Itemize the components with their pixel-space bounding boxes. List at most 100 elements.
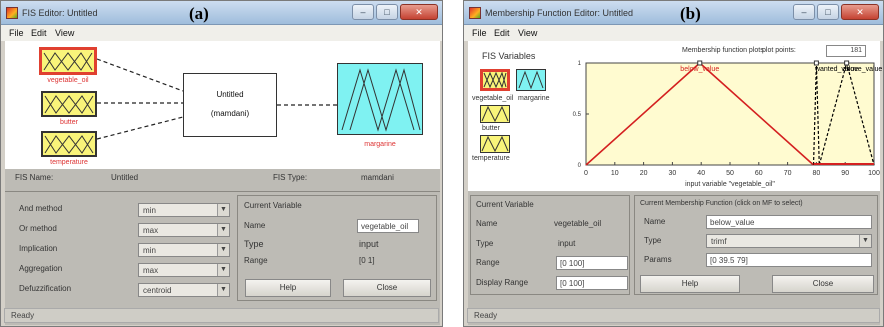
fis-type-label: FIS Type: — [273, 173, 308, 182]
variable-name-label: Name — [244, 221, 266, 230]
close-button[interactable]: Close — [343, 279, 431, 297]
mf-peak-marker — [813, 60, 819, 66]
fis-name-value: Untitled — [111, 173, 139, 182]
help-button[interactable]: Help — [245, 279, 331, 297]
variable-name-label: Name — [476, 219, 498, 228]
and-method-select[interactable]: min ▼ — [138, 203, 230, 217]
input-label-vegetable-oil: vegetable_oil — [47, 77, 89, 84]
x-tick-label: 100 — [868, 170, 880, 177]
mf-thumbnail-icon — [44, 135, 94, 154]
input-block-butter[interactable] — [41, 91, 97, 117]
minimize-button[interactable]: – — [352, 4, 374, 20]
x-tick-label: 0 — [584, 170, 588, 177]
implication-label: Implication — [19, 244, 58, 253]
x-tick-label: 80 — [813, 170, 821, 177]
variable-name-value: vegetable_oil — [554, 219, 602, 228]
and-method-label: And method — [19, 204, 63, 213]
mf-thumbnail-icon — [341, 68, 421, 132]
implication-select[interactable]: min ▼ — [138, 243, 230, 257]
input-block-temperature[interactable] — [41, 131, 97, 157]
fis-editor-window: FIS Editor: Untitled (a) – □ ✕ File Edit… — [0, 0, 443, 327]
input-block-vegetable-oil[interactable] — [39, 47, 97, 75]
fis-system-block[interactable]: Untitled (mamdani) — [183, 73, 277, 137]
chevron-down-icon: ▼ — [859, 235, 871, 247]
mf-name-label: Name — [644, 217, 666, 226]
y-tick-label: 1 — [578, 61, 582, 67]
mf-params-label: Params — [644, 255, 672, 264]
current-variable-header: Current Variable — [244, 201, 302, 210]
x-tick-label: 10 — [611, 170, 619, 177]
y-tick-label: 0 — [578, 163, 582, 169]
output-label: margarine — [364, 141, 396, 148]
variable-type-value: input — [558, 239, 576, 248]
mf-params-field[interactable]: [0 39.5 79] — [706, 253, 872, 267]
x-tick-label: 30 — [669, 170, 677, 177]
mf-label-above-value: above_value — [843, 66, 883, 73]
or-method-label: Or method — [19, 224, 57, 233]
input-label-temperature: temperature — [50, 159, 88, 166]
variable-range-label: Range — [244, 256, 268, 265]
mf-peak-marker — [697, 60, 703, 66]
variable-range-value: [0 1] — [359, 256, 375, 265]
range-field[interactable]: [0 100] — [556, 256, 628, 270]
mf-label-below-value: below_value — [680, 66, 719, 73]
y-tick-label: 0.5 — [573, 112, 582, 118]
mf-name-field[interactable]: below_value — [706, 215, 872, 229]
x-tick-label: 70 — [784, 170, 792, 177]
panel-label: (a) — [189, 4, 209, 23]
system-type: (mamdani) — [210, 109, 250, 118]
mf-type-label: Type — [644, 236, 662, 245]
fis-type-value: mamdani — [361, 173, 394, 182]
x-tick-label: 90 — [841, 170, 849, 177]
matlab-icon — [6, 7, 18, 19]
mf-type-select[interactable]: trimf ▼ — [706, 234, 872, 248]
window-title: FIS Editor: Untitled — [22, 8, 98, 18]
variable-type-label: Type — [244, 239, 264, 249]
display-range-label: Display Range — [476, 278, 529, 287]
menu-bar: File Edit View — [1, 25, 442, 41]
range-label: Range — [476, 258, 500, 267]
x-tick-label: 60 — [755, 170, 763, 177]
fis-diagram: vegetable_oil butter temperature Untitle… — [5, 41, 440, 169]
maximize-button[interactable]: □ — [376, 4, 398, 20]
current-mf-header: Current Membership Function (click on MF… — [640, 200, 803, 207]
chevron-down-icon: ▼ — [217, 284, 229, 296]
plot-axes-box — [585, 62, 875, 166]
status-bar: Ready — [4, 308, 439, 323]
status-bar: Ready — [467, 308, 880, 323]
close-button[interactable]: Close — [772, 275, 874, 293]
variable-type-label: Type — [476, 239, 494, 248]
display-range-field[interactable]: [0 100] — [556, 276, 628, 290]
mf-plot-chart: 0 10 20 30 40 50 60 70 80 90 10000.51below_value wa… — [573, 60, 883, 188]
help-button[interactable]: Help — [640, 275, 740, 293]
system-name: Untitled — [216, 90, 244, 99]
chevron-down-icon: ▼ — [217, 264, 229, 276]
current-variable-header: Current Variable — [476, 200, 534, 209]
mf-thumbnail-icon — [44, 95, 94, 114]
x-tick-label: 50 — [726, 170, 734, 177]
chevron-down-icon: ▼ — [217, 204, 229, 216]
menu-view[interactable]: View — [55, 28, 74, 38]
aggregation-label: Aggregation — [19, 264, 63, 273]
variable-name-field[interactable]: vegetable_oil — [357, 219, 419, 233]
mf-thumbnail-icon — [43, 52, 93, 71]
membership-function-editor-window: Membership Function Editor: Untitled (b)… — [463, 0, 884, 327]
x-tick-label: 40 — [697, 170, 705, 177]
x-axis-label: input variable "vegetable_oil" — [685, 181, 775, 188]
input-label-butter: butter — [60, 119, 78, 126]
menu-edit[interactable]: Edit — [31, 28, 47, 38]
aggregation-select[interactable]: max ▼ — [138, 263, 230, 277]
or-method-select[interactable]: max ▼ — [138, 223, 230, 237]
chevron-down-icon: ▼ — [217, 244, 229, 256]
defuzzification-select[interactable]: centroid ▼ — [138, 283, 230, 297]
x-tick-label: 20 — [640, 170, 648, 177]
output-block-margarine[interactable] — [337, 63, 423, 135]
title-bar[interactable]: FIS Editor: Untitled (a) – □ ✕ — [1, 1, 442, 25]
defuzzification-label: Defuzzification — [19, 284, 72, 293]
fis-name-label: FIS Name: — [15, 173, 54, 182]
close-window-button[interactable]: ✕ — [400, 4, 438, 20]
chevron-down-icon: ▼ — [217, 224, 229, 236]
mf-peak-marker — [844, 60, 850, 66]
menu-file[interactable]: File — [9, 28, 24, 38]
variable-type-value: input — [359, 239, 379, 249]
